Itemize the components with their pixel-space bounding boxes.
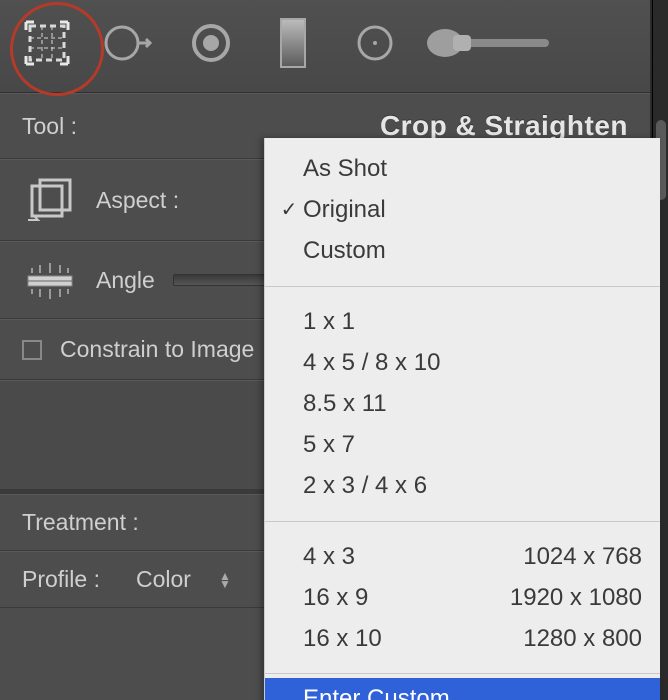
menu-item-5x7[interactable]: 5 x 7 (265, 424, 660, 465)
crop-tool-button[interactable] (8, 8, 86, 78)
menu-item-1x1[interactable]: 1 x 1 (265, 301, 660, 342)
angle-label: Angle (96, 267, 155, 294)
spot-removal-button[interactable] (90, 8, 168, 78)
redeye-icon (188, 20, 234, 66)
tool-label: Tool : (22, 113, 77, 140)
menu-label: As Shot (303, 153, 387, 184)
menu-label: 8.5 x 11 (303, 388, 387, 419)
menu-label: 16 x 9 (303, 582, 368, 613)
menu-group-presets: As Shot ✓ Original Custom (265, 138, 660, 282)
constrain-checkbox[interactable] (22, 340, 42, 360)
treatment-label: Treatment : (22, 509, 139, 536)
profile-label: Profile : (22, 566, 100, 593)
aspect-ratio-menu: As Shot ✓ Original Custom 1 x 1 4 x 5 / … (264, 138, 660, 700)
spot-removal-icon (104, 20, 154, 66)
checkmark-icon: ✓ (275, 197, 303, 223)
menu-pixels: 1920 x 1080 (480, 582, 642, 613)
menu-separator (265, 521, 660, 522)
menu-item-custom[interactable]: Custom (265, 230, 660, 271)
menu-item-enter-custom[interactable]: Enter Custom… (265, 678, 660, 700)
toolstrip (0, 0, 650, 93)
menu-separator (265, 673, 660, 674)
menu-label: 5 x 7 (303, 429, 355, 460)
menu-item-4x5[interactable]: 4 x 5 / 8 x 10 (265, 342, 660, 383)
crop-icon (22, 18, 72, 68)
menu-label: 4 x 5 / 8 x 10 (303, 347, 440, 378)
menu-label: Original (303, 194, 386, 225)
aspect-icon (22, 176, 78, 224)
menu-label: Custom (303, 235, 386, 266)
redeye-button[interactable] (172, 8, 250, 78)
menu-label: 16 x 10 (303, 623, 382, 654)
graduated-filter-icon (275, 17, 311, 69)
menu-item-2x3[interactable]: 2 x 3 / 4 x 6 (265, 465, 660, 506)
radial-filter-button[interactable] (336, 8, 414, 78)
menu-label: 4 x 3 (303, 541, 355, 572)
constrain-label: Constrain to Image (60, 336, 254, 363)
menu-label: 1 x 1 (303, 306, 355, 337)
radial-filter-icon (352, 20, 398, 66)
menu-pixels: 1280 x 800 (493, 623, 642, 654)
updown-icon[interactable]: ▲▼ (219, 572, 231, 588)
menu-item-4x3[interactable]: 4 x 3 1024 x 768 (265, 536, 660, 577)
menu-label: Enter Custom… (303, 683, 474, 700)
adjustment-brush-button[interactable] (418, 8, 558, 78)
menu-item-as-shot[interactable]: As Shot (265, 148, 660, 189)
menu-separator (265, 286, 660, 287)
menu-group-screen-ratios: 4 x 3 1024 x 768 16 x 9 1920 x 1080 16 x 1… (265, 526, 660, 670)
menu-group-ratios: 1 x 1 4 x 5 / 8 x 10 8.5 x 11 5 x 7 2 x … (265, 291, 660, 517)
menu-pixels: 1024 x 768 (493, 541, 642, 572)
brush-icon (423, 20, 553, 66)
menu-label: 2 x 3 / 4 x 6 (303, 470, 427, 501)
profile-value[interactable]: Color (136, 566, 191, 593)
menu-item-original[interactable]: ✓ Original (265, 189, 660, 230)
menu-item-16x10[interactable]: 16 x 10 1280 x 800 (265, 618, 660, 659)
graduated-filter-button[interactable] (254, 8, 332, 78)
aspect-label: Aspect : (96, 187, 179, 214)
angle-icon (22, 258, 78, 302)
menu-item-16x9[interactable]: 16 x 9 1920 x 1080 (265, 577, 660, 618)
menu-item-8p5x11[interactable]: 8.5 x 11 (265, 383, 660, 424)
